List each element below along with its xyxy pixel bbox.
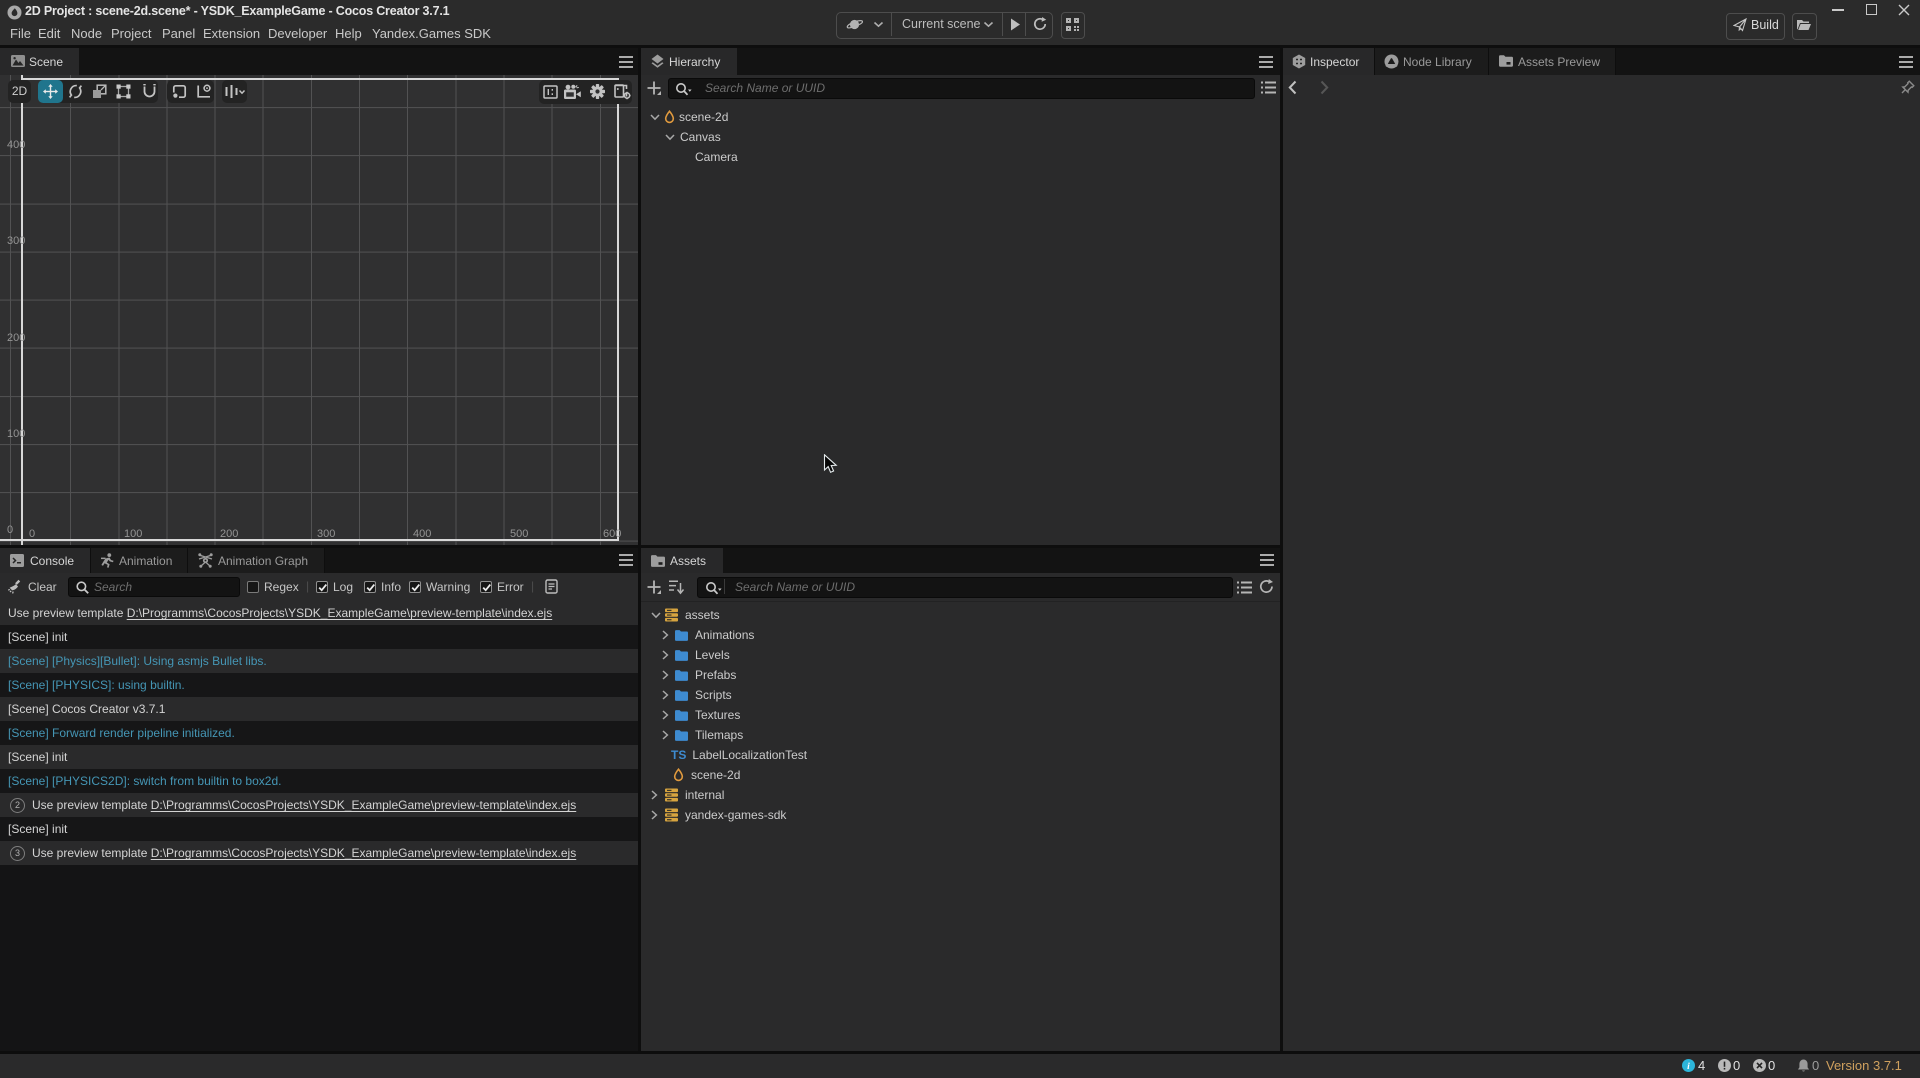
svg-text:i: i (1687, 1062, 1690, 1072)
